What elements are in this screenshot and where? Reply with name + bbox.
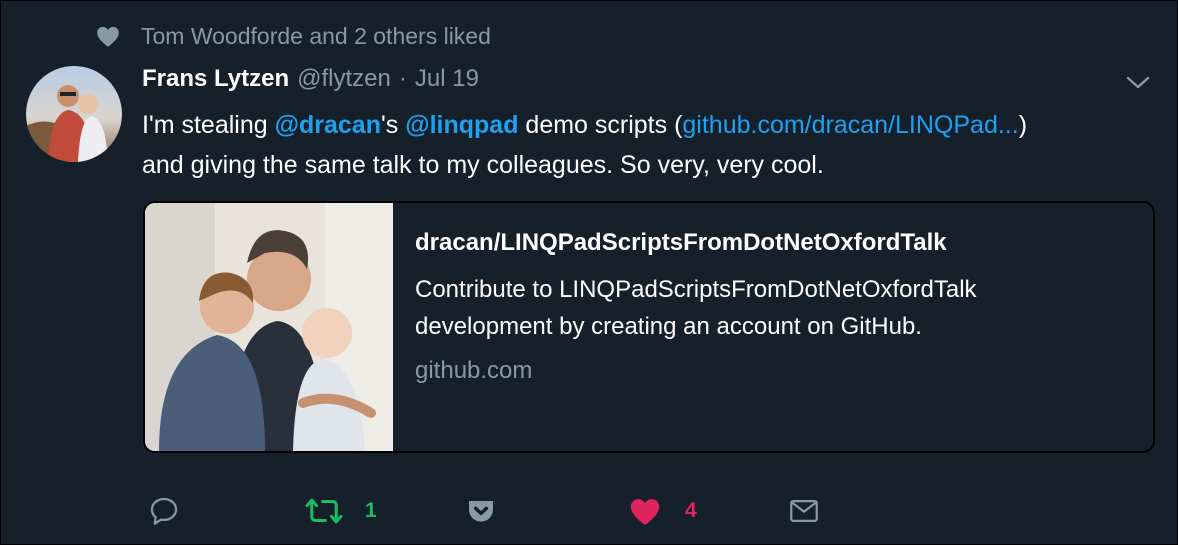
- avatar[interactable]: [26, 66, 122, 162]
- like-count: 4: [685, 499, 697, 522]
- tweet-header: Frans Lytzen @flytzen · Jul 19: [142, 65, 479, 97]
- retweet-icon[interactable]: [305, 494, 343, 528]
- card-description: Contribute to LINQPadScriptsFromDotNetOx…: [415, 276, 977, 340]
- card-title[interactable]: dracan/LINQPadScriptsFromDotNetOxfordTal…: [415, 229, 1115, 257]
- direct-message-button[interactable]: [787, 491, 821, 531]
- mention-dracan[interactable]: @dracan: [275, 111, 381, 139]
- tweet-text: I'm stealing @dracan's @linqpad demo scr…: [142, 105, 1142, 185]
- tweet-text-line2: and giving the same talk to my colleague…: [142, 151, 824, 179]
- retweet-button[interactable]: 1: [305, 491, 377, 531]
- tweet-text-part: 's: [380, 111, 406, 139]
- card-domain: github.com: [415, 357, 533, 384]
- mention-linqpad[interactable]: @linqpad: [405, 111, 518, 139]
- card-image[interactable]: [145, 203, 393, 451]
- tweet-container[interactable]: Tom Woodforde and 2 others liked Frans L…: [0, 0, 1178, 545]
- retweet-count: 1: [365, 499, 377, 522]
- reply-icon[interactable]: [147, 494, 181, 528]
- pocket-icon[interactable]: [465, 495, 497, 527]
- like-button[interactable]: 4: [627, 491, 697, 531]
- tweet-text-part: I'm stealing: [142, 111, 275, 139]
- tweet-text-part: ): [1018, 111, 1028, 139]
- social-context: Tom Woodforde and 2 others liked: [95, 22, 491, 50]
- social-context-text[interactable]: Tom Woodforde and 2 others liked: [141, 23, 491, 50]
- link-card[interactable]: dracan/LINQPadScriptsFromDotNetOxfordTal…: [143, 201, 1155, 453]
- reply-button[interactable]: [147, 491, 181, 531]
- pocket-button[interactable]: [465, 491, 497, 531]
- tweet-link[interactable]: github.com/dracan/LINQPad...: [682, 111, 1018, 139]
- heart-icon: [95, 23, 121, 49]
- card-body: dracan/LINQPadScriptsFromDotNetOxfordTal…: [393, 203, 1115, 451]
- more-options-chevron-down-icon[interactable]: [1123, 71, 1153, 95]
- header-separator: ·: [398, 65, 407, 92]
- tweet-date[interactable]: Jul 19: [415, 65, 479, 93]
- envelope-icon[interactable]: [787, 494, 821, 528]
- tweet-actions: 1 4: [147, 491, 1047, 531]
- tweet-text-part: demo scripts (: [518, 111, 683, 139]
- author-handle[interactable]: @flytzen: [297, 65, 391, 93]
- heart-filled-icon[interactable]: [627, 494, 663, 528]
- author-name[interactable]: Frans Lytzen: [142, 65, 289, 93]
